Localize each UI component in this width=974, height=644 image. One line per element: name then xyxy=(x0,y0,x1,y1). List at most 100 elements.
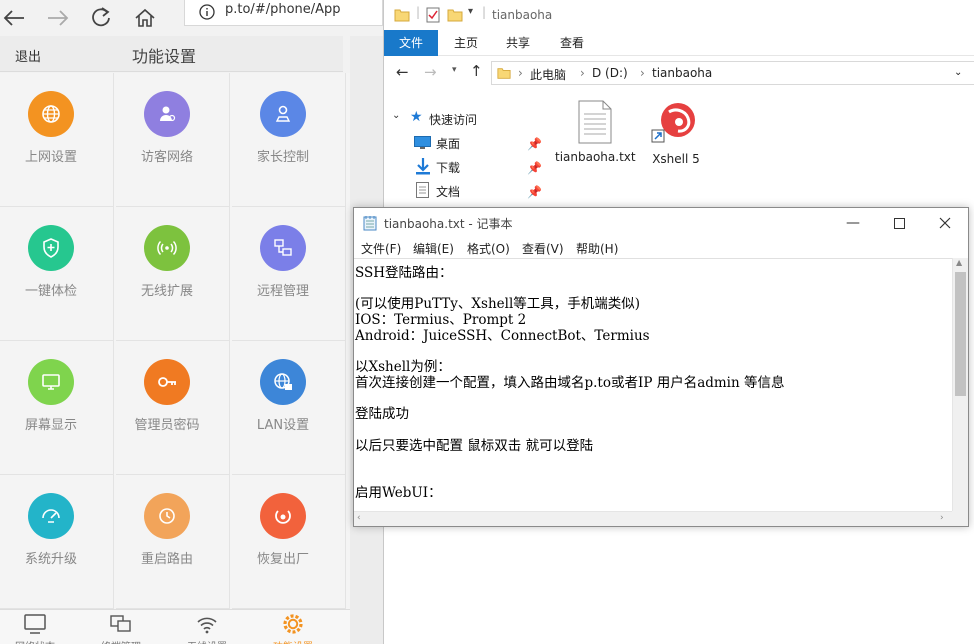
browser-toolbar: p.to/#/phone/App xyxy=(0,0,383,36)
chevron-down-icon[interactable]: ⌄ xyxy=(954,67,962,78)
maximize-button[interactable] xyxy=(876,208,922,238)
pin-icon[interactable]: 📌 xyxy=(527,137,542,151)
feature-item[interactable]: 上网设置 xyxy=(0,73,114,207)
tab-gear[interactable]: 功能设置 xyxy=(258,610,344,644)
breadcrumb-folder[interactable]: tianbaoha xyxy=(652,66,712,80)
admin-key-icon xyxy=(144,359,190,405)
feature-item[interactable]: 家长控制 xyxy=(232,73,346,207)
tab-devices[interactable]: 终端管理 xyxy=(86,610,172,644)
logout-button[interactable]: 退出 xyxy=(15,46,41,65)
globe-icon xyxy=(28,91,74,137)
text-file-icon xyxy=(578,100,612,144)
file-item-xshell[interactable]: Xshell 5 xyxy=(636,100,716,168)
back-icon[interactable]: ← xyxy=(396,63,409,81)
feature-label: 恢复出厂 xyxy=(256,552,309,567)
ribbon-tab-file[interactable]: 文件 xyxy=(384,30,438,56)
info-icon xyxy=(199,4,215,20)
feature-item[interactable]: 远程管理 xyxy=(232,207,346,341)
breadcrumb-drive[interactable]: D (D:) xyxy=(592,66,628,80)
text-line: SSH登陆路由： xyxy=(355,265,453,281)
monitor-icon xyxy=(22,613,48,635)
menu-edit[interactable]: 编辑(E) xyxy=(413,240,454,257)
home-button[interactable] xyxy=(131,4,159,32)
back-button[interactable] xyxy=(0,4,28,32)
arrow-right-icon xyxy=(48,10,69,26)
feature-label: LAN设置 xyxy=(256,418,310,433)
devices-icon xyxy=(108,613,134,635)
feature-item[interactable]: 管理员密码 xyxy=(116,341,230,475)
menu-format[interactable]: 格式(O) xyxy=(467,240,510,257)
path-bar[interactable]: › 此电脑 › D (D:) › tianbaoha ⌄ xyxy=(491,61,974,85)
menu-view[interactable]: 查看(V) xyxy=(522,240,564,257)
nav-downloads[interactable]: 下载 📌 xyxy=(414,157,564,179)
maximize-icon xyxy=(893,217,905,229)
refresh-button[interactable] xyxy=(87,4,115,32)
text-line: 首次连接创建一个配置，填入路由域名p.to或者IP 用户名admin 等信息 xyxy=(355,374,785,391)
pin-icon[interactable]: 📌 xyxy=(527,161,542,175)
scroll-thumb[interactable] xyxy=(955,272,966,396)
ribbon-tab-share[interactable]: 共享 xyxy=(498,30,538,56)
feature-item[interactable]: 系统升级 xyxy=(0,475,114,609)
chevron-down-icon[interactable]: ▾ xyxy=(468,6,473,17)
feature-item[interactable]: 屏幕显示 xyxy=(0,341,114,475)
vertical-scrollbar[interactable]: ▲ xyxy=(952,258,968,511)
feature-item[interactable]: 访客网络 xyxy=(116,73,230,207)
remote-manage-icon xyxy=(260,225,306,271)
forward-button[interactable] xyxy=(44,4,72,32)
file-item-txt[interactable]: tianbaoha.txt xyxy=(555,100,636,166)
up-arrow-icon[interactable]: ↑ xyxy=(470,62,483,80)
scroll-right-icon[interactable]: › xyxy=(940,513,944,523)
desktop-icon xyxy=(414,136,431,149)
text-line: 启用WebUI： xyxy=(355,484,442,501)
gear-icon xyxy=(280,613,306,635)
explorer-address-row: ← → ▾ ↑ › 此电脑 › D (D:) › tianbaoha ⌄ xyxy=(384,56,974,90)
tab-wifi[interactable]: 无线设置 xyxy=(172,610,258,644)
breadcrumb-this-pc[interactable]: 此电脑 xyxy=(530,66,566,83)
feature-item[interactable]: 重启路由 xyxy=(116,475,230,609)
text-editor[interactable]: SSH登陆路由： (可以使用PuTTy、Xshell等工具，手机端类似) IOS：T… xyxy=(354,258,952,511)
feature-label: 屏幕显示 xyxy=(24,418,77,433)
lan-globe-icon xyxy=(260,359,306,405)
screen-display-icon xyxy=(28,359,74,405)
download-icon xyxy=(416,158,430,175)
menu-help[interactable]: 帮助(H) xyxy=(576,240,618,257)
menu-file[interactable]: 文件(F) xyxy=(361,240,401,257)
text-line: 以后只要选中配置 鼠标双击 就可以登陆 xyxy=(355,437,594,454)
feature-item[interactable]: 无线扩展 xyxy=(116,207,230,341)
app-header: 退出 功能设置 xyxy=(0,36,343,72)
feature-label: 访客网络 xyxy=(140,150,193,165)
menu-bar: 文件(F) 编辑(E) 格式(O) 查看(V) 帮助(H) xyxy=(354,238,968,258)
nav-desktop[interactable]: 桌面 📌 xyxy=(414,133,564,155)
scroll-left-icon[interactable]: ‹ xyxy=(357,513,361,523)
feature-item[interactable]: 恢复出厂 xyxy=(232,475,346,609)
pin-icon[interactable]: 📌 xyxy=(527,185,542,199)
horizontal-scrollbar[interactable]: ‹ › xyxy=(354,511,952,526)
chevron-down-icon: ⌄ xyxy=(392,110,401,121)
forward-icon[interactable]: → xyxy=(424,63,437,81)
address-bar[interactable]: p.to/#/phone/App xyxy=(184,0,383,26)
resize-corner xyxy=(952,511,968,526)
ribbon-tabs: 文件 主页 共享 查看 xyxy=(384,30,974,56)
nav-documents[interactable]: 文档 📌 xyxy=(414,181,564,203)
feature-label: 重启路由 xyxy=(140,552,193,567)
chevron-down-icon[interactable]: ▾ xyxy=(452,65,457,75)
refresh-icon xyxy=(92,7,110,27)
ribbon-tab-home[interactable]: 主页 xyxy=(446,30,486,56)
feature-item[interactable]: 一键体检 xyxy=(0,207,114,341)
feature-item[interactable]: LAN设置 xyxy=(232,341,346,475)
scroll-up-icon[interactable]: ▲ xyxy=(956,258,962,267)
feature-label: 系统升级 xyxy=(24,552,77,567)
home-icon xyxy=(135,8,155,27)
minimize-button[interactable]: — xyxy=(830,208,876,238)
reboot-icon xyxy=(144,493,190,539)
feature-label: 家长控制 xyxy=(256,150,309,165)
guest-user-icon xyxy=(144,91,190,137)
tab-monitor[interactable]: 网络状态 xyxy=(0,610,86,644)
nav-quick-access[interactable]: ⌄ ★ 快速访问 xyxy=(392,109,562,131)
xshell-icon xyxy=(651,103,695,143)
close-button[interactable] xyxy=(922,208,968,238)
tab-label: 终端管理 xyxy=(86,638,156,644)
ribbon-tab-view[interactable]: 查看 xyxy=(552,30,592,56)
text-line: 登陆成功 xyxy=(355,406,409,423)
tab-label: 无线设置 xyxy=(172,638,242,644)
